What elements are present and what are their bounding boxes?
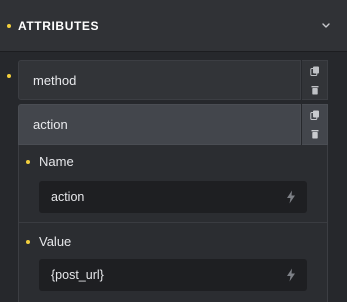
attributes-panel: ATTRIBUTES method action Name action Val… xyxy=(0,0,347,302)
required-dot xyxy=(7,74,11,78)
value-input-value: {post_url} xyxy=(51,268,104,282)
delete-icon[interactable] xyxy=(310,129,320,139)
duplicate-icon[interactable] xyxy=(310,110,320,120)
delete-icon[interactable] xyxy=(310,85,320,95)
name-input[interactable]: action xyxy=(39,181,307,213)
field-label-name: Name xyxy=(39,154,74,169)
required-dot xyxy=(26,160,30,164)
name-input-value: action xyxy=(51,190,85,204)
field-divider xyxy=(19,222,327,223)
required-dot xyxy=(7,24,11,28)
attribute-item-label: action xyxy=(33,117,68,132)
attribute-item-actions xyxy=(302,60,328,100)
attribute-item-actions xyxy=(302,104,328,145)
attribute-item-fields: Name action Value {post_url} xyxy=(18,145,328,302)
value-input[interactable]: {post_url} xyxy=(39,259,307,291)
bolt-icon[interactable] xyxy=(285,268,297,282)
attribute-item-label: method xyxy=(33,73,77,88)
bolt-icon[interactable] xyxy=(285,190,297,204)
attributes-panel-header[interactable]: ATTRIBUTES xyxy=(0,0,347,52)
field-label-value: Value xyxy=(39,234,72,249)
chevron-down-icon[interactable] xyxy=(319,18,333,32)
required-dot xyxy=(26,240,30,244)
attribute-item-action[interactable]: action xyxy=(18,104,301,145)
duplicate-icon[interactable] xyxy=(310,66,320,76)
panel-title: ATTRIBUTES xyxy=(18,19,100,33)
attribute-item-method[interactable]: method xyxy=(18,60,301,100)
